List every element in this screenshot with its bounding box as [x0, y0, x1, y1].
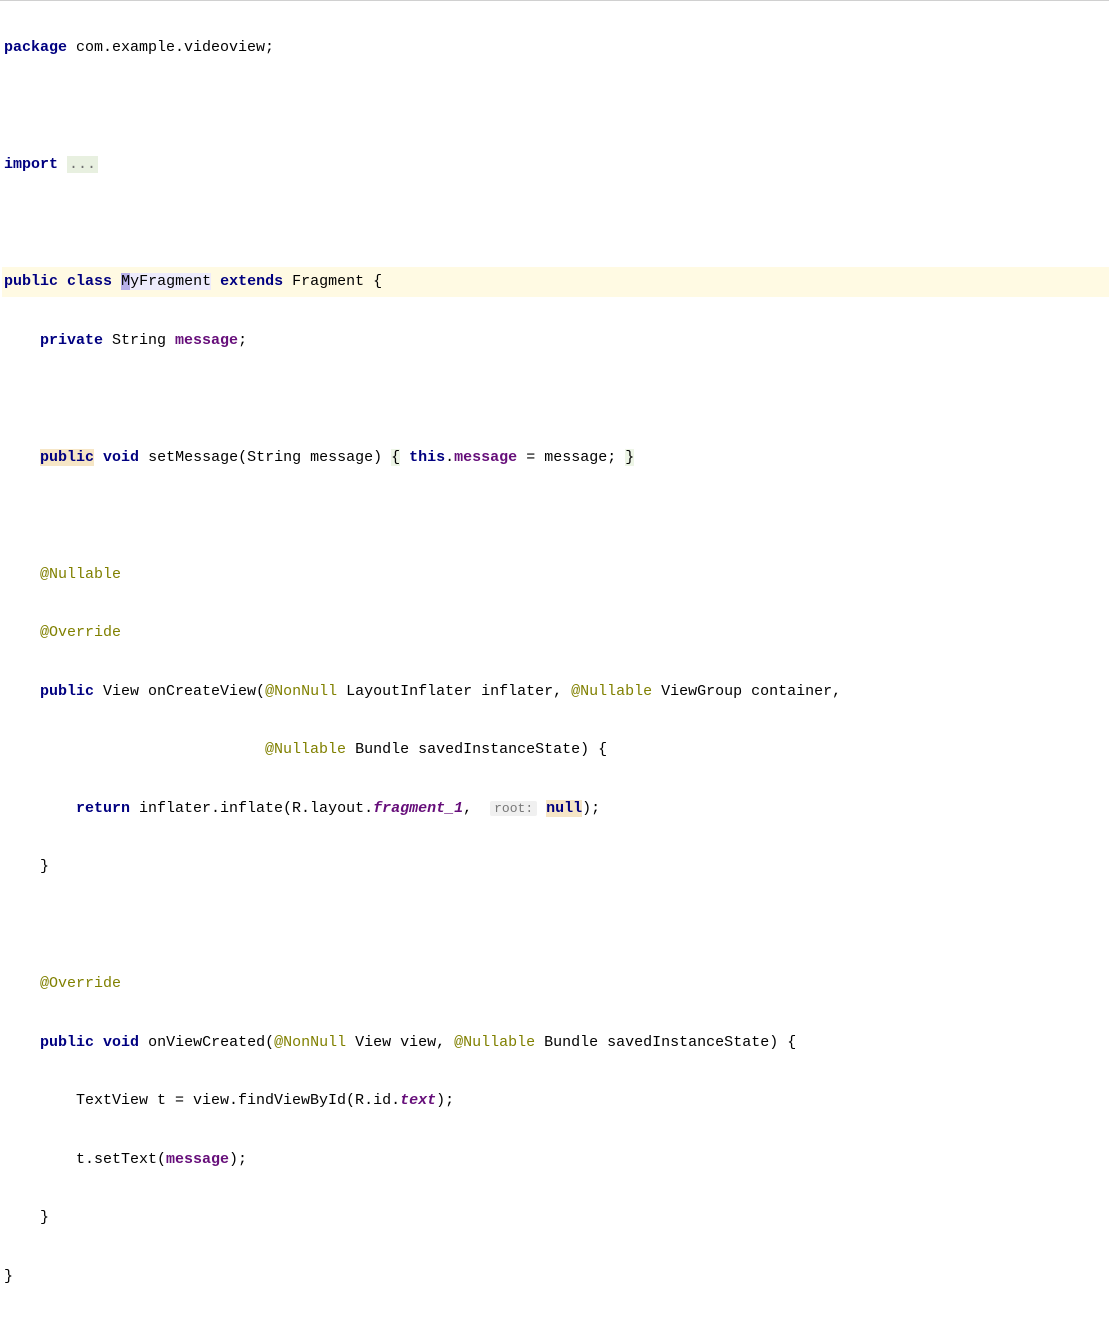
keyword-public: public — [4, 273, 58, 290]
code-line-empty[interactable] — [2, 911, 1109, 940]
keyword-public: public — [40, 449, 94, 466]
annotation-nullable: @Nullable — [265, 741, 346, 758]
code-line-empty[interactable] — [2, 384, 1109, 413]
code-line-current[interactable]: public class MyFragment extends Fragment… — [2, 267, 1109, 296]
keyword-void: void — [103, 1034, 139, 1051]
field-message: message — [166, 1151, 229, 1168]
annotation-nullable: @Nullable — [40, 566, 121, 583]
code-line[interactable]: return inflater.inflate(R.layout.fragmen… — [2, 794, 1109, 823]
annotation-nonnull: @NonNull — [265, 683, 337, 700]
code-line[interactable]: public void onViewCreated(@NonNull View … — [2, 1028, 1109, 1057]
resource-fragment1: fragment_1 — [373, 800, 463, 817]
code-line[interactable]: } — [2, 852, 1109, 881]
keyword-null: null — [546, 800, 582, 817]
keyword-return: return — [76, 800, 130, 817]
code-line[interactable]: @Override — [2, 618, 1109, 647]
param-hint-root: root: — [490, 801, 537, 816]
code-line[interactable]: public void setMessage(String message) {… — [2, 443, 1109, 472]
code-line[interactable]: import ... — [2, 150, 1109, 179]
keyword-this: this — [409, 449, 445, 466]
code-line[interactable]: package com.example.videoview; — [2, 33, 1109, 62]
code-line[interactable]: t.setText(message); — [2, 1145, 1109, 1174]
brace-match: { — [391, 449, 400, 466]
field-message: message — [454, 449, 517, 466]
code-line[interactable]: private String message; — [2, 326, 1109, 355]
annotation-override: @Override — [40, 975, 121, 992]
code-line[interactable]: @Nullable Bundle savedInstanceState) { — [2, 735, 1109, 764]
keyword-void: void — [103, 449, 139, 466]
keyword-public: public — [40, 1034, 94, 1051]
code-line[interactable]: } — [2, 1203, 1109, 1232]
parent-class: Fragment { — [283, 273, 382, 290]
code-line[interactable]: @Nullable — [2, 560, 1109, 589]
code-line[interactable]: TextView t = view.findViewById(R.id.text… — [2, 1086, 1109, 1115]
code-line[interactable]: public View onCreateView(@NonNull Layout… — [2, 677, 1109, 706]
keyword-import: import — [4, 156, 58, 173]
code-line-empty[interactable] — [2, 92, 1109, 121]
resource-text: text — [400, 1092, 436, 1109]
class-name-highlighted: MyFragment — [121, 273, 211, 290]
keyword-extends: extends — [220, 273, 283, 290]
code-editor[interactable]: package com.example.videoview; import ..… — [0, 1, 1109, 1320]
annotation-nullable: @Nullable — [571, 683, 652, 700]
code-line[interactable]: @Override — [2, 969, 1109, 998]
keyword-private: private — [40, 332, 103, 349]
code-line[interactable]: } — [2, 1262, 1109, 1291]
code-line-empty[interactable] — [2, 501, 1109, 530]
brace-match: } — [625, 449, 634, 466]
annotation-nullable: @Nullable — [454, 1034, 535, 1051]
cursor: M — [121, 273, 130, 290]
keyword-public: public — [40, 683, 94, 700]
keyword-class: class — [67, 273, 112, 290]
field-message: message — [175, 332, 238, 349]
keyword-package: package — [4, 39, 67, 56]
package-path: com.example.videoview; — [67, 39, 274, 56]
fold-indicator[interactable]: ... — [67, 156, 98, 173]
code-line-empty[interactable] — [2, 209, 1109, 238]
annotation-override: @Override — [40, 624, 121, 641]
annotation-nonnull: @NonNull — [274, 1034, 346, 1051]
